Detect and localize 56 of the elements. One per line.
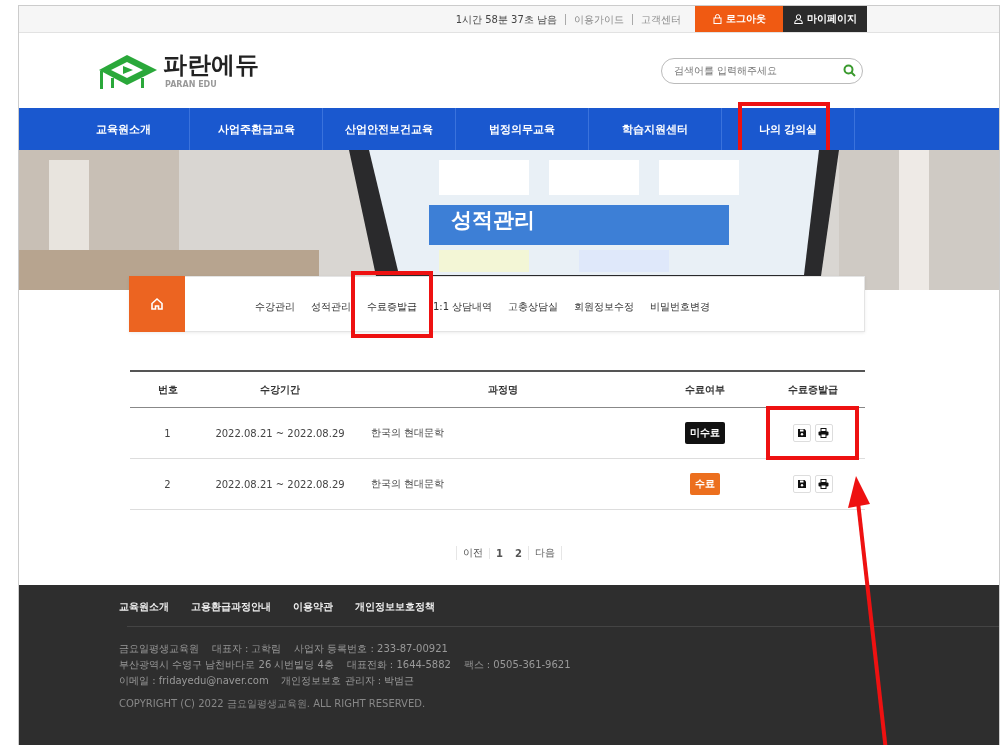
copyright-text: COPYRIGHT (C) 2022 금요일평생교육원. ALL RIGHT RESERVED. <box>119 697 427 711</box>
footer-link[interactable]: 개인정보보호정책 <box>355 600 435 614</box>
nav-item[interactable]: 산업안전보건교육 <box>345 121 433 137</box>
column-header: 수강기간 <box>259 382 301 397</box>
company-info: 이메일 : fridayedu@naver.com 개인정보보호 관리자 : 박범근 <box>119 674 416 688</box>
status-badge: 미수료 <box>685 422 725 444</box>
top-link[interactable]: 고객센터 <box>632 13 689 25</box>
prev-link[interactable]: 이전 <box>456 546 490 560</box>
search-input[interactable]: 검색어를 입력해주세요 <box>672 64 843 77</box>
printer-icon <box>818 428 829 438</box>
submenu-item[interactable]: 성적관리 <box>311 300 351 312</box>
search-icon <box>843 64 856 77</box>
table-cell-text: 한국의 현대문학 <box>370 426 446 440</box>
logo-subtitle: PARAN EDU <box>165 79 218 89</box>
footer-link[interactable]: 교육원소개 <box>119 600 169 614</box>
submenu-item[interactable]: 고충상담실 <box>508 300 559 312</box>
table-cell-text: 2 <box>163 478 172 490</box>
column-header: 번호 <box>156 382 179 397</box>
company-info: 금요일평생교육원 대표자 : 고학림 사업자 등록번호 : 233-87-00921 <box>119 642 449 656</box>
home-icon <box>150 297 164 311</box>
user-icon <box>793 14 803 24</box>
save-button[interactable] <box>792 424 811 442</box>
nav-item[interactable]: 나의 강의실 <box>758 121 818 137</box>
column-header: 과정명 <box>486 382 519 397</box>
top-link[interactable]: 이용가이드 <box>565 13 632 25</box>
lock-icon <box>712 14 722 24</box>
next-link[interactable]: 다음 <box>527 546 562 560</box>
status-badge: 수료 <box>690 473 720 495</box>
table-cell-text: 2022.08.21 ~ 2022.08.29 <box>214 478 346 490</box>
nav-item[interactable]: 법정의무교육 <box>489 121 555 137</box>
save-button[interactable] <box>792 475 811 493</box>
column-header: 수료여부 <box>684 382 726 397</box>
submenu-item[interactable]: 수료증발급 <box>367 300 417 312</box>
table-cell-text: 1 <box>163 427 172 439</box>
mypage-button[interactable]: 마이페이지 <box>783 6 867 32</box>
submenu-item[interactable]: 회원정보수정 <box>574 300 635 312</box>
table-cell-text: 한국의 현대문학 <box>370 477 446 491</box>
company-info: 부산광역시 수영구 남천바다로 26 시번빌딩 4층 대표전화 : 1644-5882 팩스 : 0505-361-9621 <box>119 658 572 672</box>
page-link[interactable]: 2 <box>509 547 528 559</box>
footer-link[interactable]: 이용약관 <box>293 600 333 614</box>
print-button[interactable] <box>814 424 833 442</box>
printer-icon <box>818 479 829 489</box>
logo-text: 파란에듀 <box>163 52 259 77</box>
print-button[interactable] <box>814 475 833 493</box>
remaining-time: 1시간 58분 37초 남음 <box>454 13 558 25</box>
nav-item[interactable]: 교육원소개 <box>95 121 151 137</box>
footer-link[interactable]: 고용환급과정안내 <box>191 600 271 614</box>
submenu-item[interactable]: 1:1 상담내역 <box>433 300 493 312</box>
table-cell-text: 2022.08.21 ~ 2022.08.29 <box>214 427 346 439</box>
column-header: 수료증발급 <box>786 382 839 397</box>
submenu-item[interactable]: 비밀번호변경 <box>650 300 711 312</box>
submenu-item[interactable]: 수강관리 <box>255 300 295 312</box>
banner-title: 성적관리 <box>451 207 535 234</box>
page-link[interactable]: 1 <box>489 547 509 559</box>
nav-item[interactable]: 학습지원센터 <box>622 121 688 137</box>
nav-item[interactable]: 사업주환급교육 <box>217 121 295 137</box>
